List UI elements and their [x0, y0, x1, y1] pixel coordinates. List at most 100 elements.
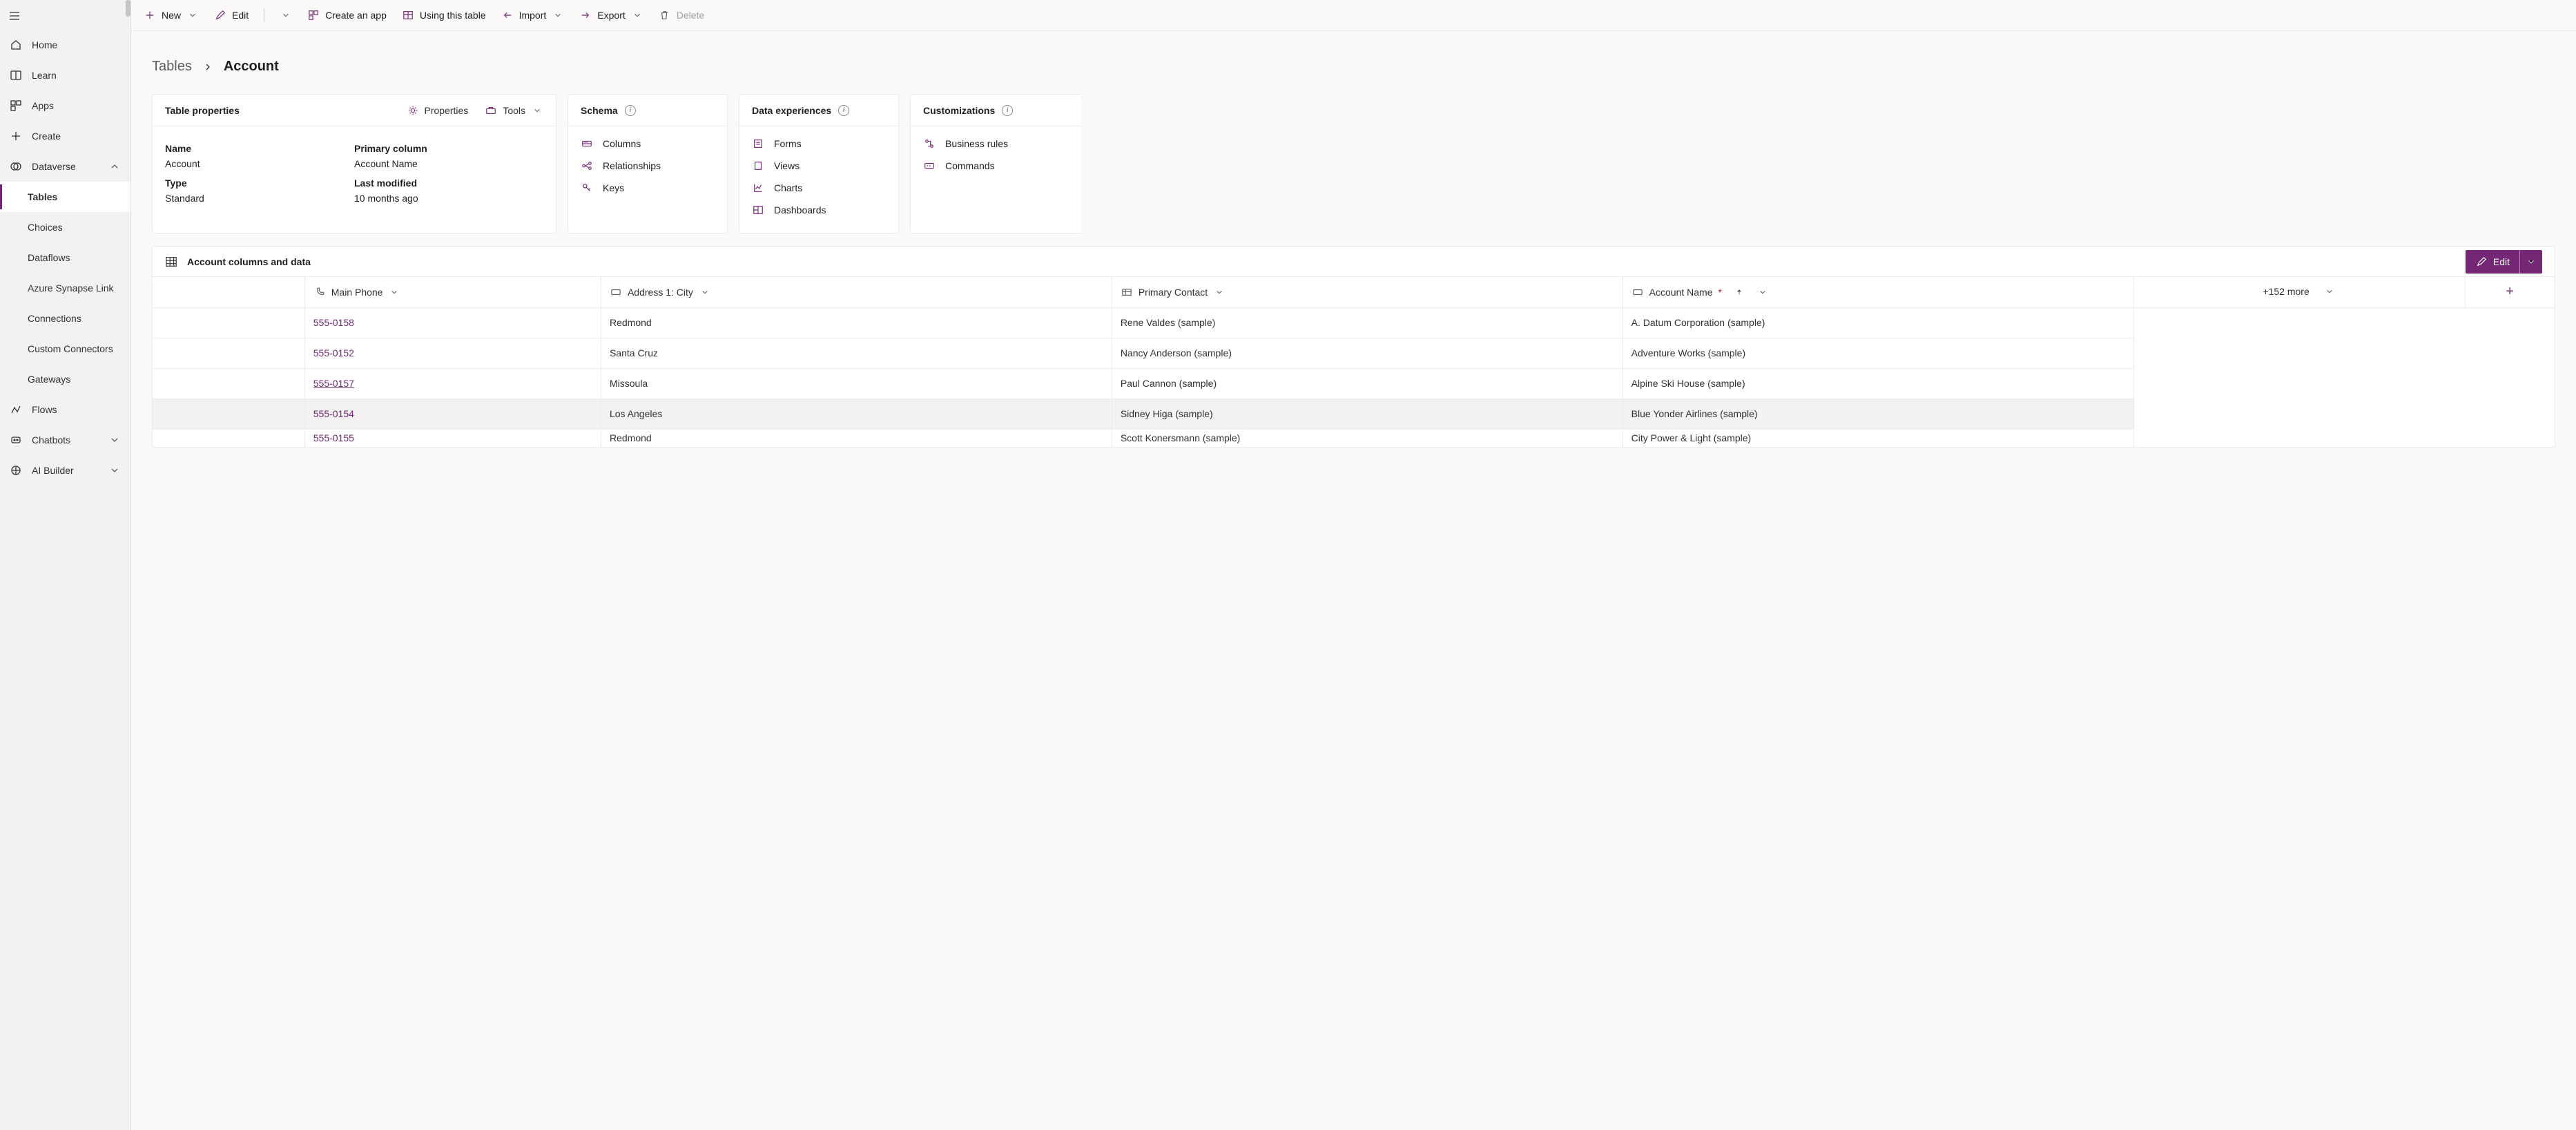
customizations-commands[interactable]: Commands: [923, 160, 1069, 172]
link-label: Commands: [945, 160, 995, 171]
new-button[interactable]: New: [144, 9, 199, 21]
cell-contact[interactable]: Scott Konersmann (sample): [1112, 429, 1623, 447]
more-columns-button[interactable]: +152 more: [2133, 277, 2465, 307]
cell-city[interactable]: Redmond: [601, 307, 1112, 338]
chevron-down-icon: [2323, 285, 2336, 298]
cell-contact[interactable]: Nancy Anderson (sample): [1112, 338, 1623, 368]
table-row[interactable]: 555-0155 Redmond Scott Konersmann (sampl…: [153, 429, 2555, 447]
more-label: +152 more: [2263, 286, 2309, 297]
using-table-button[interactable]: Using this table: [402, 9, 486, 21]
nav-label: Apps: [32, 100, 54, 111]
cell-city[interactable]: Los Angeles: [601, 399, 1112, 429]
card-title: Data experiences: [752, 105, 831, 116]
schema-keys[interactable]: Keys: [581, 182, 715, 194]
experiences-dashboards[interactable]: Dashboards: [752, 204, 886, 216]
edit-button[interactable]: Edit: [214, 9, 249, 21]
sidebar-item-ai-builder[interactable]: AI Builder: [0, 455, 130, 486]
info-icon[interactable]: i: [1002, 105, 1013, 116]
chevron-down-icon: [552, 9, 564, 21]
experiences-forms[interactable]: Forms: [752, 137, 886, 150]
create-app-button[interactable]: Create an app: [307, 9, 387, 21]
cell-account[interactable]: Blue Yonder Airlines (sample): [1623, 399, 2133, 429]
cmd-label: Edit: [232, 10, 249, 21]
experiences-charts[interactable]: Charts: [752, 182, 886, 194]
sidebar-scrollbar[interactable]: [126, 0, 130, 17]
cell-contact[interactable]: Rene Valdes (sample): [1112, 307, 1623, 338]
customizations-card: Customizations i Business rules Commands: [910, 94, 1081, 233]
hamburger-icon[interactable]: [8, 10, 21, 22]
main: New Edit Create an app Using this table …: [131, 0, 2576, 1130]
column-header-city[interactable]: Address 1: City: [601, 277, 1112, 307]
add-column-button[interactable]: +: [2465, 277, 2555, 307]
grid-title: Account columns and data: [187, 256, 311, 267]
cell-account[interactable]: City Power & Light (sample): [1623, 429, 2133, 447]
grid-edit-split[interactable]: [2519, 250, 2542, 274]
cell-phone[interactable]: 555-0154: [304, 399, 601, 429]
nav-sub-label: Choices: [28, 222, 63, 233]
sidebar: Home Learn Apps Create Dataverse Tables …: [0, 0, 131, 1130]
cell-contact[interactable]: Paul Cannon (sample): [1112, 368, 1623, 399]
cell-city[interactable]: Missoula: [601, 368, 1112, 399]
export-button[interactable]: Export: [579, 9, 643, 21]
edit-split-chevron-icon[interactable]: [280, 9, 292, 21]
cell-city[interactable]: Santa Cruz: [601, 338, 1112, 368]
import-button[interactable]: Import: [501, 9, 565, 21]
trash-icon: [659, 9, 671, 21]
chevron-down-icon: [388, 286, 400, 298]
schema-relationships[interactable]: Relationships: [581, 160, 715, 172]
card-title: Table properties: [165, 105, 240, 116]
sidebar-item-home[interactable]: Home: [0, 30, 130, 60]
schema-columns[interactable]: AbcColumns: [581, 137, 715, 150]
cell-phone[interactable]: 555-0155: [304, 429, 601, 447]
cell-phone[interactable]: 555-0152: [304, 338, 601, 368]
sidebar-item-create[interactable]: Create: [0, 121, 130, 151]
cell-account[interactable]: Alpine Ski House (sample): [1623, 368, 2133, 399]
sidebar-item-dataverse[interactable]: Dataverse: [0, 151, 130, 182]
sidebar-item-connections[interactable]: Connections: [0, 303, 130, 334]
card-act-label: Tools: [503, 105, 525, 116]
cell-phone[interactable]: 555-0157: [304, 368, 601, 399]
chevron-down-icon: [699, 286, 711, 298]
sidebar-item-choices[interactable]: Choices: [0, 212, 130, 242]
cell-account[interactable]: Adventure Works (sample): [1623, 338, 2133, 368]
cell-phone[interactable]: 555-0158: [304, 307, 601, 338]
table-row[interactable]: 555-0154 Los Angeles Sidney Higa (sample…: [153, 399, 2555, 429]
experiences-views[interactable]: Views: [752, 160, 886, 172]
nav-label: Home: [32, 39, 57, 50]
prop-modified-label: Last modified: [354, 178, 543, 189]
sidebar-item-apps[interactable]: Apps: [0, 90, 130, 121]
properties-button[interactable]: Properties: [407, 104, 469, 117]
chevron-down-icon: [1756, 286, 1769, 298]
table-row[interactable]: 555-0152 Santa Cruz Nancy Anderson (samp…: [153, 338, 2555, 368]
column-header-phone[interactable]: Main Phone: [304, 277, 601, 307]
gear-icon: [407, 104, 419, 117]
sidebar-item-learn[interactable]: Learn: [0, 60, 130, 90]
cell-account[interactable]: A. Datum Corporation (sample): [1623, 307, 2133, 338]
cell-city[interactable]: Redmond: [601, 429, 1112, 447]
sidebar-item-custom-connectors[interactable]: Custom Connectors: [0, 334, 130, 364]
lookup-icon: [1121, 286, 1133, 298]
grid-edit-button[interactable]: Edit: [2466, 250, 2542, 274]
app-icon: [307, 9, 320, 21]
apps-icon: [10, 99, 22, 112]
sidebar-item-tables[interactable]: Tables: [0, 182, 130, 212]
column-header-contact[interactable]: Primary Contact: [1112, 277, 1623, 307]
breadcrumb: Tables Account: [152, 59, 2555, 75]
sidebar-item-chatbots[interactable]: Chatbots: [0, 425, 130, 455]
sidebar-item-flows[interactable]: Flows: [0, 394, 130, 425]
prop-primary-label: Primary column: [354, 143, 543, 154]
sidebar-item-synapse[interactable]: Azure Synapse Link: [0, 273, 130, 303]
breadcrumb-parent[interactable]: Tables: [152, 59, 192, 75]
required-indicator: *: [1718, 287, 1721, 298]
customizations-business-rules[interactable]: Business rules: [923, 137, 1069, 150]
tools-button[interactable]: Tools: [485, 104, 543, 117]
sidebar-item-dataflows[interactable]: Dataflows: [0, 242, 130, 273]
info-icon[interactable]: i: [838, 105, 849, 116]
sidebar-item-gateways[interactable]: Gateways: [0, 364, 130, 394]
cmd-label: Import: [519, 10, 547, 21]
column-header-account[interactable]: Account Name *: [1623, 277, 2133, 307]
table-row[interactable]: 555-0157 Missoula Paul Cannon (sample) A…: [153, 368, 2555, 399]
cell-contact[interactable]: Sidney Higa (sample): [1112, 399, 1623, 429]
table-row[interactable]: 555-0158 Redmond Rene Valdes (sample) A.…: [153, 307, 2555, 338]
info-icon[interactable]: i: [625, 105, 636, 116]
